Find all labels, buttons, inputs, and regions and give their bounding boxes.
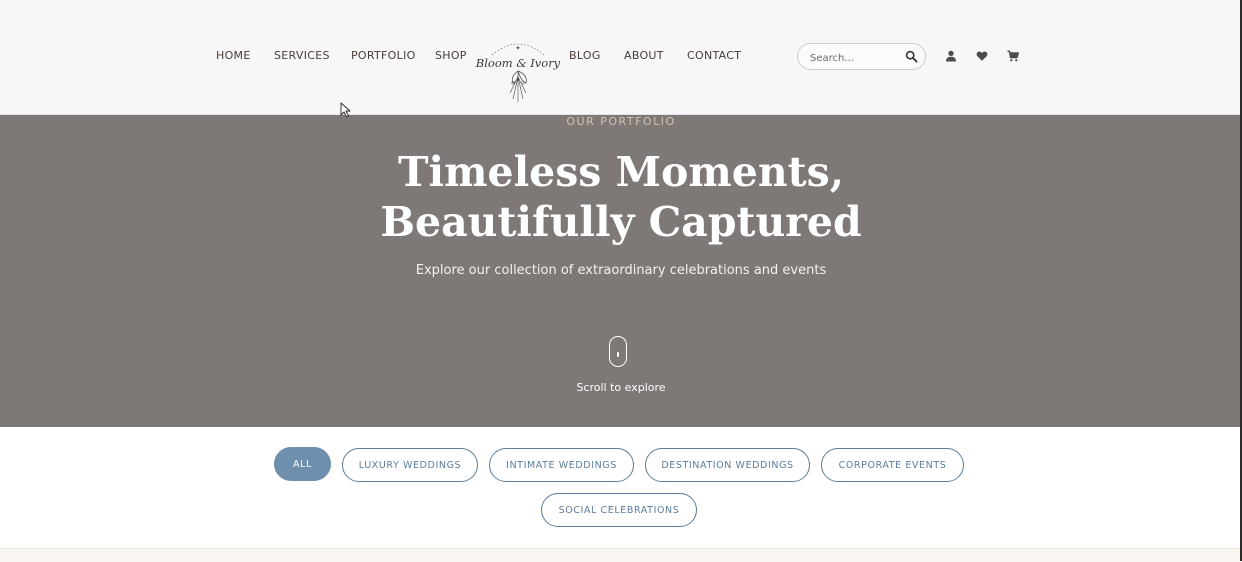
logo-graphic: ✦ Bloom & Ivory (475, 43, 561, 102)
nav-blog[interactable]: BLOG (569, 49, 601, 62)
filter-intimate-weddings[interactable]: INTIMATE WEDDINGS (489, 448, 634, 482)
site-header: HOME SERVICES PORTFOLIO SHOP ✦ Bloom & I… (0, 0, 1242, 115)
bloom-ivory-logo[interactable]: ✦ Bloom & Ivory (470, 33, 565, 105)
hero-subtitle: Explore our collection of extraordinary … (415, 263, 827, 278)
nav-home[interactable]: HOME (216, 49, 251, 62)
hero-title-line-1: Timeless Moments, (398, 148, 844, 196)
svg-text:✦: ✦ (515, 45, 520, 52)
filter-all[interactable]: ALL (274, 447, 331, 481)
nav-about[interactable]: ABOUT (624, 49, 664, 62)
filter-social-celebrations[interactable]: SOCIAL CELEBRATIONS (541, 493, 697, 527)
user-icon[interactable] (945, 50, 957, 62)
nav-shop[interactable]: SHOP (435, 49, 467, 62)
search-box (797, 43, 926, 70)
filter-luxury-weddings[interactable]: LUXURY WEDDINGS (342, 448, 478, 482)
portfolio-filters: ALL LUXURY WEDDINGS INTIMATE WEDDINGS DE… (0, 428, 1242, 548)
nav-services[interactable]: SERVICES (274, 49, 330, 62)
nav-portfolio[interactable]: PORTFOLIO (351, 49, 416, 62)
logo-wordmark: Bloom & Ivory (475, 56, 561, 70)
hero-eyebrow: OUR PORTFOLIO (566, 115, 676, 128)
heart-icon[interactable] (976, 50, 988, 62)
scroll-label: Scroll to explore (576, 381, 666, 394)
nav-contact[interactable]: CONTACT (687, 49, 741, 62)
search-input[interactable] (808, 49, 908, 67)
mouse-cursor-icon (340, 102, 351, 118)
scroll-mouse-icon[interactable] (609, 336, 627, 367)
filter-corporate-events[interactable]: CORPORATE EVENTS (821, 448, 964, 482)
hero-title-line-2: Beautifully Captured (380, 198, 862, 246)
search-icon[interactable] (905, 50, 918, 63)
filter-destination-weddings[interactable]: DESTINATION WEDDINGS (645, 448, 810, 482)
hero-title: Timeless Moments, Beautifully Captured (0, 147, 1242, 247)
portfolio-hero: OUR PORTFOLIO Timeless Moments, Beautifu… (0, 115, 1242, 427)
content-section-start (0, 548, 1242, 562)
mouse-wheel (617, 352, 619, 357)
cart-icon[interactable] (1007, 50, 1019, 62)
